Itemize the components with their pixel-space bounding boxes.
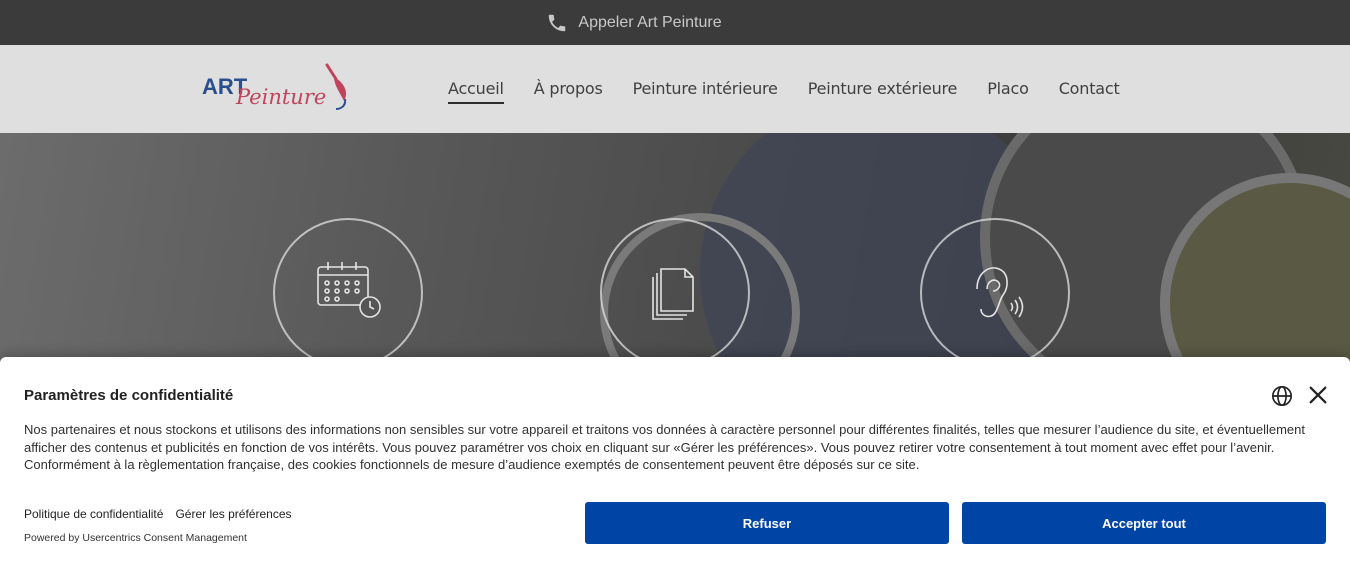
accept-all-button[interactable]: Accepter tout: [962, 502, 1326, 544]
site-header: ART Peinture Accueil À propos Peinture i…: [0, 45, 1350, 133]
main-nav: Accueil À propos Peinture intérieure Pei…: [448, 79, 1120, 104]
top-bar: Appeler Art Peinture: [0, 0, 1350, 45]
consent-title: Paramètres de confidentialité: [24, 387, 234, 404]
calendar-clock-icon: [317, 262, 381, 318]
consent-links: Politique de confidentialité Gérer les p…: [24, 507, 292, 521]
call-link[interactable]: Appeler Art Peinture: [546, 12, 722, 34]
consent-text: Nos partenaires et nous stockons et util…: [24, 422, 1305, 472]
consent-banner: Paramètres de confidentialité Nos parten…: [0, 357, 1350, 568]
nav-accueil[interactable]: Accueil: [448, 79, 504, 104]
feature-circle: [273, 218, 423, 368]
feature-circle: [920, 218, 1070, 368]
manage-preferences-link[interactable]: Gérer les préférences: [175, 507, 291, 521]
paintbrush-icon: [325, 63, 347, 110]
nav-peinture-exterieure[interactable]: Peinture extérieure: [808, 79, 958, 104]
ear-icon: [976, 267, 1024, 318]
globe-icon[interactable]: [1271, 385, 1293, 407]
nav-peinture-interieure[interactable]: Peinture intérieure: [633, 79, 778, 104]
refuse-button[interactable]: Refuser: [585, 502, 949, 544]
privacy-policy-link[interactable]: Politique de confidentialité: [24, 507, 163, 521]
svg-text:Peinture: Peinture: [235, 85, 326, 109]
site-logo[interactable]: ART Peinture: [200, 61, 352, 113]
documents-icon: [652, 268, 694, 320]
nav-placo[interactable]: Placo: [987, 79, 1029, 104]
call-label: Appeler Art Peinture: [578, 13, 722, 31]
powered-by-text: Powered by Usercentrics Consent Manageme…: [24, 532, 247, 544]
feature-circle: [600, 218, 750, 368]
nav-contact[interactable]: Contact: [1059, 79, 1120, 104]
nav-a-propos[interactable]: À propos: [534, 79, 603, 104]
phone-icon: [549, 14, 566, 31]
close-icon[interactable]: [1307, 384, 1329, 406]
